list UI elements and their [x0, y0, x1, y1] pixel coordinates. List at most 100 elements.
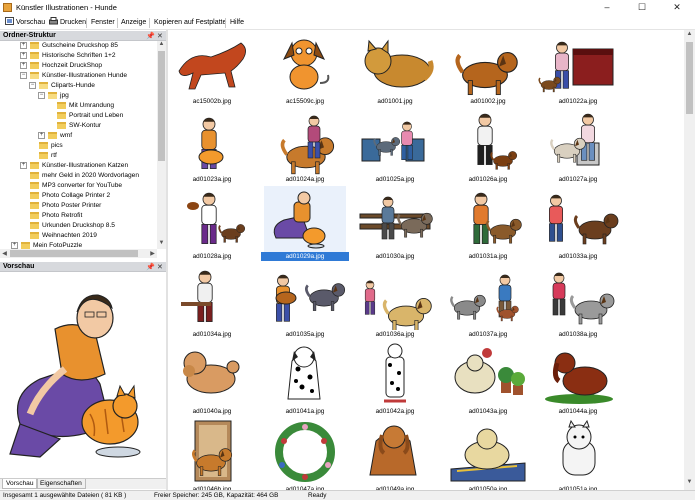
thumbnail-item[interactable]: ad01001.jpg	[351, 30, 439, 107]
close-button[interactable]: ✕	[660, 0, 694, 15]
thumbnail-image[interactable]	[264, 264, 346, 330]
tree-item[interactable]: Photo Retrofit	[20, 211, 82, 221]
thumbnail-caption[interactable]: ad01024a.jpg	[261, 175, 349, 184]
tree-item[interactable]: Urkunden Druckshop 8.5	[20, 221, 115, 231]
tab-vorschau[interactable]: Vorschau	[2, 479, 38, 489]
thumbnail-item[interactable]: ad01034a.jpg	[168, 263, 256, 340]
menu-fenster[interactable]: Fenster	[88, 16, 118, 29]
thumbnail-item[interactable]: ad01037a.jpg	[444, 263, 532, 340]
thumbnail-item[interactable]: ad01022a.jpg	[534, 30, 622, 107]
thumbnail-image[interactable]	[537, 109, 619, 175]
thumbnail-item[interactable]: ad01031a.jpg	[444, 185, 532, 262]
thumbnail-item[interactable]: ad01027a.jpg	[534, 108, 622, 185]
thumbnail-image[interactable]	[447, 419, 529, 485]
expand-icon[interactable]: +	[11, 241, 18, 249]
tree-item[interactable]: Photo Poster Printer	[20, 201, 101, 211]
thumbnail-caption[interactable]: ad01043a.jpg	[444, 407, 532, 416]
thumbnail-caption[interactable]: ad01041a.jpg	[261, 407, 349, 416]
thumbnail-item[interactable]: ac15509c.jpg	[261, 30, 349, 107]
thumbnail-image[interactable]	[264, 419, 346, 485]
thumbnail-image[interactable]	[537, 186, 619, 252]
tree-item[interactable]: Weihnachten 2019	[20, 231, 97, 241]
scroll-up-icon[interactable]: ▲	[157, 41, 166, 47]
thumbnail-caption[interactable]: ad01034a.jpg	[168, 330, 256, 339]
thumbnail-image[interactable]	[264, 186, 346, 252]
thumbnail-caption[interactable]: ac15002b.jpg	[168, 97, 256, 106]
thumbnail-image[interactable]	[354, 186, 436, 252]
thumbnail-caption[interactable]: ad01044a.jpg	[534, 407, 622, 416]
tree-item[interactable]: + wmf	[38, 131, 72, 141]
thumbnail-caption[interactable]: ad01026a.jpg	[444, 175, 532, 184]
tree-hscroll-thumb[interactable]	[10, 250, 138, 257]
tree-item[interactable]: Mit Umrandung	[47, 101, 114, 111]
scroll-down-icon[interactable]: ▼	[684, 479, 695, 485]
thumbnail-caption[interactable]: ad01040a.jpg	[168, 407, 256, 416]
thumbnail-caption[interactable]: ad01030a.jpg	[351, 252, 439, 261]
tree-item[interactable]: rtf	[29, 151, 57, 161]
grid-scrollbar[interactable]: ▲ ▼	[684, 30, 695, 490]
thumbnail-image[interactable]	[171, 109, 253, 175]
tree-item[interactable]: + Hochzeit DruckShop	[20, 61, 102, 71]
tree-item[interactable]: Portrait und Leben	[47, 111, 123, 121]
thumbnail-item[interactable]: ad01029a.jpg	[261, 185, 349, 262]
minimize-button[interactable]: –	[590, 0, 624, 15]
thumbnail-item[interactable]: ad01002.jpg	[444, 30, 532, 107]
thumbnail-image[interactable]	[171, 31, 253, 97]
tab-eigenschaften[interactable]: Eigenschaften	[36, 479, 86, 489]
thumbnail-item[interactable]: ad01028a.jpg	[168, 185, 256, 262]
scroll-up-icon[interactable]: ▲	[684, 31, 695, 37]
thumbnail-caption[interactable]: ad01025a.jpg	[351, 175, 439, 184]
thumbnail-caption[interactable]: ad01029a.jpg	[261, 252, 349, 261]
thumbnail-caption[interactable]: ad01037a.jpg	[444, 330, 532, 339]
tree-scroll-thumb[interactable]	[158, 51, 165, 161]
thumbnail-item[interactable]: ad01040a.jpg	[168, 340, 256, 417]
grid-scroll-thumb[interactable]	[686, 42, 693, 114]
menu-hilfe[interactable]: Hilfe	[227, 16, 247, 29]
thumbnail-item[interactable]: ad01044a.jpg	[534, 340, 622, 417]
thumbnail-item[interactable]: ad01042a.jpg	[351, 340, 439, 417]
thumbnail-item[interactable]: ad01036a.jpg	[351, 263, 439, 340]
thumbnail-item[interactable]: ad01047a.jpg	[261, 418, 349, 490]
tree-item[interactable]: − Cliparts-Hunde	[29, 81, 95, 91]
tree-item[interactable]: SW-Kontur	[47, 121, 101, 131]
tree-item[interactable]: + Historische Schriften 1+2	[20, 51, 115, 61]
collapse-icon[interactable]: −	[38, 91, 45, 99]
tree-item[interactable]: + Künstler-Illustrationen Katzen	[20, 161, 128, 171]
thumbnail-item[interactable]: ad01023a.jpg	[168, 108, 256, 185]
expand-icon[interactable]: +	[20, 161, 27, 169]
thumbnail-item[interactable]: ad01049a.jpg	[351, 418, 439, 490]
thumbnail-caption[interactable]: ad01035a.jpg	[261, 330, 349, 339]
thumbnail-image[interactable]	[447, 264, 529, 330]
thumbnail-item[interactable]: ad01038a.jpg	[534, 263, 622, 340]
thumbnail-caption[interactable]: ad01001.jpg	[351, 97, 439, 106]
thumbnail-image[interactable]	[264, 109, 346, 175]
thumbnail-item[interactable]: ad01035a.jpg	[261, 263, 349, 340]
tree-item[interactable]: + Mein FotoPuzzle	[11, 241, 82, 249]
thumbnail-item[interactable]: ad01026a.jpg	[444, 108, 532, 185]
thumbnail-item[interactable]: ad01043a.jpg	[444, 340, 532, 417]
thumbnail-image[interactable]	[354, 419, 436, 485]
thumbnail-image[interactable]	[447, 109, 529, 175]
tree-hscrollbar[interactable]: ◀ ▶	[0, 249, 157, 258]
thumbnail-caption[interactable]: ad01023a.jpg	[168, 175, 256, 184]
thumbnail-caption[interactable]: ad01033a.jpg	[534, 252, 622, 261]
thumbnail-item[interactable]: ad01046b.jpg	[168, 418, 256, 490]
menu-anzeige[interactable]: Anzeige	[118, 16, 149, 29]
thumbnail-caption[interactable]: ad01031a.jpg	[444, 252, 532, 261]
thumbnail-item[interactable]: ad01041a.jpg	[261, 340, 349, 417]
thumbnail-caption[interactable]: ad01002.jpg	[444, 97, 532, 106]
tree-item[interactable]: pics	[29, 141, 63, 151]
thumbnail-caption[interactable]: ad01038a.jpg	[534, 330, 622, 339]
thumbnail-image[interactable]	[354, 31, 436, 97]
tree-item[interactable]: − Künstler-Illustrationen Hunde	[20, 71, 127, 81]
thumbnail-image[interactable]	[354, 109, 436, 175]
expand-icon[interactable]: +	[20, 61, 27, 69]
thumbnail-caption[interactable]: ad01036a.jpg	[351, 330, 439, 339]
thumbnail-caption[interactable]: ac15509c.jpg	[261, 97, 349, 106]
thumbnail-image[interactable]	[171, 341, 253, 407]
thumbnail-caption[interactable]: ad01028a.jpg	[168, 252, 256, 261]
tree-item[interactable]: + Gutscheine Druckshop 85	[20, 41, 118, 51]
tree-scrollbar[interactable]: ▲ ▼	[157, 41, 166, 249]
thumbnail-image[interactable]	[264, 341, 346, 407]
close-icon[interactable]: ✕	[157, 263, 163, 271]
